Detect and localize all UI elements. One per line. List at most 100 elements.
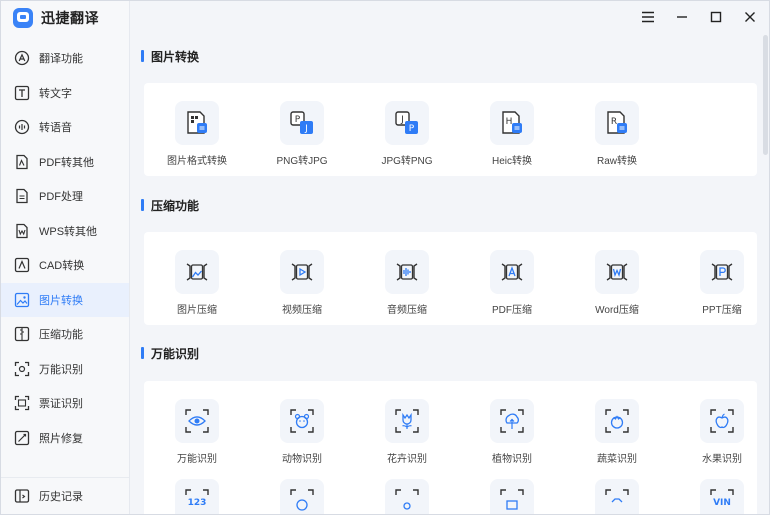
image-format-icon [175,101,219,145]
pdf-compress-icon [490,250,534,294]
sidebar-item-pdf-process[interactable]: PDF处理 [1,179,129,214]
tool-label: 万能识别 [177,454,217,465]
sidebar-item-translate[interactable]: 翻译功能 [1,41,129,76]
sidebar-item-to-text[interactable]: 转文字 [1,76,129,111]
sidebar-item-label: 压缩功能 [39,329,83,342]
sidebar-item-wps-convert[interactable]: WPS转其他 [1,214,129,249]
sidebar-item-label: 图片转换 [39,294,83,307]
image-convert-icon [14,292,30,308]
tool-heic[interactable]: H Heic转换 [472,101,552,167]
number-icon: 123 [175,479,219,514]
tool-jpg-to-png[interactable]: JP JPG转PNG [367,101,447,167]
svg-text:H: H [506,117,513,127]
sidebar-item-photo-repair[interactable]: 照片修复 [1,421,129,456]
menu-button[interactable] [637,7,659,27]
sidebar: 迅捷翻译 翻译功能 转文字 转语音 PDF转其他 PDF处理 WPS转其他 CA… [1,1,130,514]
sidebar-item-ticket[interactable]: 票证识别 [1,386,129,421]
tool-label: 花卉识别 [387,454,427,465]
tool-label: 图片格式转换 [167,156,227,167]
history-icon [14,488,30,504]
tool-label: 蔬菜识别 [597,454,637,465]
tool-label: Raw转换 [596,156,637,167]
app-window: 迅捷翻译 翻译功能 转文字 转语音 PDF转其他 PDF处理 WPS转其他 CA… [0,0,770,515]
svg-text:P: P [409,124,415,134]
pdf-process-icon [14,188,30,204]
tool-partial-5[interactable] [577,479,657,514]
app-name: 迅捷翻译 [41,10,99,26]
sidebar-item-pdf-convert[interactable]: PDF转其他 [1,145,129,180]
tool-partial-4[interactable] [472,479,552,514]
tool-audio-compress[interactable]: 音频压缩 [367,250,447,316]
tool-image-format[interactable]: 图片格式转换 [157,101,237,167]
tool-flower-recognize[interactable]: 花卉识别 [367,399,447,465]
tool-partial-2[interactable] [262,479,342,514]
sidebar-item-history[interactable]: 历史记录 [1,477,129,513]
tool-image-compress[interactable]: 图片压缩 [157,250,237,316]
tool-partial-vin[interactable]: VIN [682,479,762,514]
maximize-button[interactable] [705,7,727,27]
vin-glyph: VIN [713,498,731,508]
image-convert-card: 图片格式转换 PJ PNG转JPG JP JPG转PNG H Heic转换 R … [144,83,757,176]
section-title-image-convert: 图片转换 [141,48,199,64]
tool-pdf-compress[interactable]: PDF压缩 [472,250,552,316]
vegetable-icon [595,399,639,443]
tool-label: JPG转PNG [381,156,433,167]
tool-animal-recognize[interactable]: 动物识别 [262,399,342,465]
tool-video-compress[interactable]: 视频压缩 [262,250,342,316]
voice-icon [14,119,30,135]
tool-vegetable-recognize[interactable]: 蔬菜识别 [577,399,657,465]
sidebar-item-label: 票证识别 [39,398,83,411]
maximize-icon [710,11,722,23]
scan-icon [280,479,324,514]
window-controls [637,7,761,27]
png-to-jpg-icon: PJ [280,101,324,145]
app-logo-icon [13,8,33,28]
tool-partial-number[interactable]: 123 [157,479,237,514]
svg-text:J: J [400,115,404,125]
tool-plant-recognize[interactable]: 植物识别 [472,399,552,465]
tool-word-compress[interactable]: Word压缩 [577,250,657,316]
sidebar-nav: 翻译功能 转文字 转语音 PDF转其他 PDF处理 WPS转其他 CAD转换 图… [1,41,129,455]
translate-icon [14,50,30,66]
tool-png-to-jpg[interactable]: PJ PNG转JPG [262,101,342,167]
tool-label: PNG转JPG [276,156,328,167]
scan-icon [490,479,534,514]
sidebar-item-recognize[interactable]: 万能识别 [1,352,129,387]
scrollbar[interactable] [763,35,768,155]
svg-text:J: J [304,124,308,134]
sidebar-item-to-voice[interactable]: 转语音 [1,110,129,145]
tool-universal-recognize[interactable]: 万能识别 [157,399,237,465]
minimize-button[interactable] [671,7,693,27]
cad-icon [14,257,30,273]
section-title-compress: 压缩功能 [141,197,199,213]
image-compress-icon [175,250,219,294]
main-content: 图片转换 图片格式转换 PJ PNG转JPG JP JPG转PNG H Heic… [131,35,769,514]
tool-partial-3[interactable] [367,479,447,514]
close-icon [745,12,755,22]
jpg-to-png-icon: JP [385,101,429,145]
hamburger-icon [642,11,654,23]
sidebar-item-label: 历史记录 [39,490,83,503]
ticket-icon [14,395,30,411]
word-compress-icon [595,250,639,294]
video-compress-icon [280,250,324,294]
sidebar-item-image-convert[interactable]: 图片转换 [1,282,129,317]
plant-icon [490,399,534,443]
scan-icon [385,479,429,514]
sidebar-item-cad-convert[interactable]: CAD转换 [1,248,129,283]
scan-icon [595,479,639,514]
tool-fruit-recognize[interactable]: 水果识别 [682,399,762,465]
tool-raw[interactable]: R Raw转换 [577,101,657,167]
sidebar-item-label: 转语音 [39,122,72,135]
close-button[interactable] [739,7,761,27]
sidebar-item-compress[interactable]: 压缩功能 [1,317,129,352]
tool-label: 音频压缩 [387,305,427,316]
pdf-convert-icon [14,154,30,170]
section-title-recognize: 万能识别 [141,345,199,361]
svg-text:R: R [611,117,617,127]
photo-repair-icon [14,430,30,446]
minimize-icon [677,16,687,18]
ppt-compress-icon [700,250,744,294]
tool-ppt-compress[interactable]: PPT压缩 [682,250,762,316]
svg-text:P: P [295,115,301,125]
